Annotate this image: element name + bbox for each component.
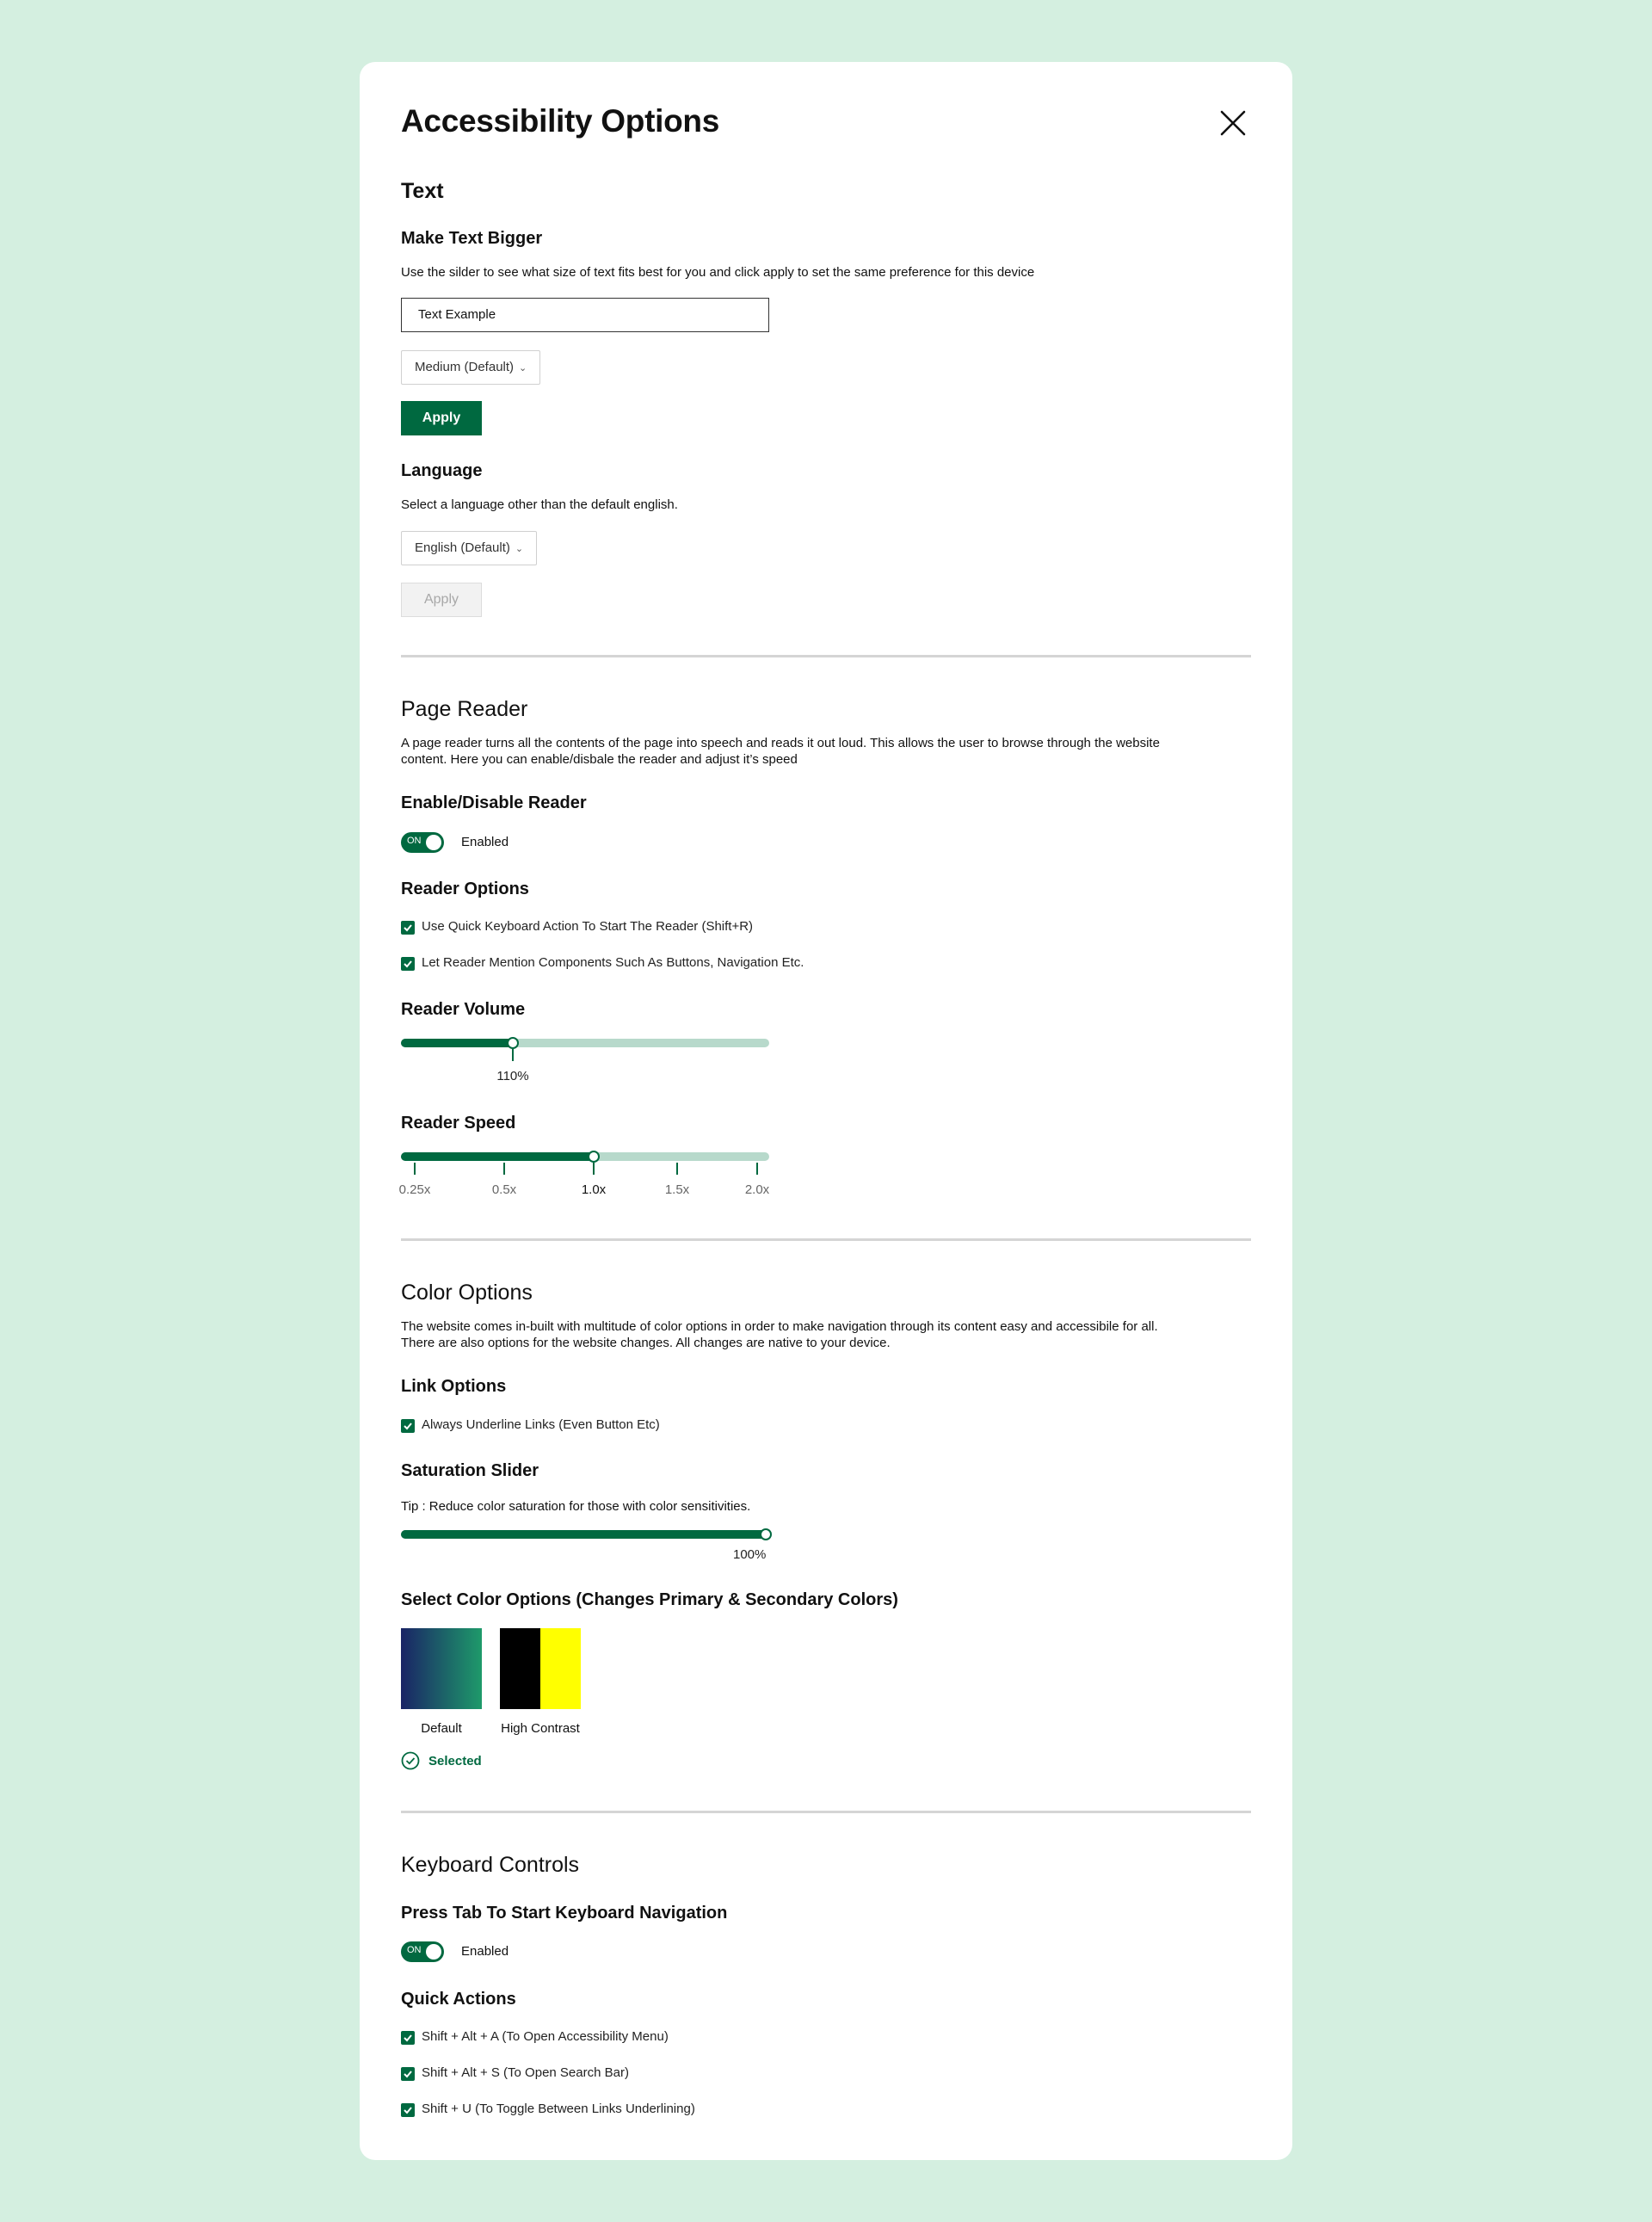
link-option-checkbox-0[interactable]: [401, 1419, 415, 1433]
reader-volume-slider[interactable]: [401, 1039, 769, 1047]
toggle-on-text: ON: [407, 836, 422, 846]
color-options-description-line1: The website comes in-built with multitud…: [401, 1319, 1158, 1334]
quick-action-label-0: Shift + Alt + A (To Open Accessibility M…: [422, 2029, 669, 2044]
toggle-knob: [426, 1944, 441, 1960]
language-description: Select a language other than the default…: [401, 497, 678, 512]
page-reader-description-line1: A page reader turns all the contents of …: [401, 736, 1160, 750]
theme-label-high-contrast: High Contrast: [501, 1721, 580, 1736]
speed-tick-label-4: 2.0x: [744, 1182, 770, 1197]
reader-speed-fill: [401, 1152, 594, 1161]
language-heading: Language: [401, 461, 483, 480]
make-text-bigger-description: Use the silder to see what size of text …: [401, 265, 1035, 280]
speed-tick: [503, 1163, 505, 1175]
quick-action-label-1: Shift + Alt + S (To Open Search Bar): [422, 2065, 629, 2080]
reader-option-checkbox-1[interactable]: [401, 957, 415, 971]
speed-tick: [756, 1163, 758, 1175]
text-example-field[interactable]: Text Example: [401, 298, 769, 332]
toggle-on-text: ON: [407, 1945, 422, 1955]
reader-volume-tick: [512, 1049, 514, 1061]
color-themes-heading: Select Color Options (Changes Primary & …: [401, 1590, 898, 1609]
section-divider: [401, 655, 1251, 657]
reader-toggle[interactable]: ON: [401, 832, 444, 853]
speed-tick: [414, 1163, 416, 1175]
reader-option-label-0: Use Quick Keyboard Action To Start The R…: [422, 919, 754, 934]
theme-swatch-default[interactable]: [401, 1628, 482, 1709]
quick-action-checkbox-1[interactable]: [401, 2067, 415, 2081]
keyboard-nav-toggle-status: Enabled: [461, 1944, 509, 1959]
tab-navigation-heading: Press Tab To Start Keyboard Navigation: [401, 1904, 728, 1923]
dialog-title: Accessibility Options: [401, 103, 719, 139]
quick-action-label-2: Shift + U (To Toggle Between Links Under…: [422, 2102, 695, 2116]
toggle-knob: [426, 835, 441, 850]
reader-options-heading: Reader Options: [401, 880, 529, 898]
speed-tick-label-1: 0.5x: [491, 1182, 517, 1197]
language-select[interactable]: English (Default) ⌄: [401, 531, 538, 565]
saturation-tip: Tip : Reduce color saturation for those …: [401, 1499, 751, 1514]
reader-volume-fill: [401, 1039, 515, 1047]
page-reader-description-line2: content. Here you can enable/disbale the…: [401, 752, 798, 767]
reader-speed-slider[interactable]: [401, 1152, 769, 1161]
speed-tick: [676, 1163, 678, 1175]
reader-toggle-status: Enabled: [461, 835, 509, 849]
reader-speed-thumb[interactable]: [588, 1151, 600, 1163]
color-options-heading: Color Options: [401, 1281, 533, 1305]
theme-selected-label: Selected: [428, 1754, 482, 1768]
make-text-bigger-heading: Make Text Bigger: [401, 229, 543, 248]
close-icon[interactable]: [1217, 107, 1249, 139]
reader-speed-heading: Reader Speed: [401, 1114, 516, 1133]
chevron-down-icon: ⌄: [519, 363, 527, 373]
reader-volume-heading: Reader Volume: [401, 1000, 526, 1019]
speed-tick: [593, 1163, 595, 1175]
apply-language-button[interactable]: Apply: [401, 583, 482, 617]
check-circle-icon: [401, 1751, 420, 1770]
quick-action-checkbox-2[interactable]: [401, 2103, 415, 2117]
keyboard-nav-toggle[interactable]: ON: [401, 1941, 444, 1962]
saturation-slider[interactable]: [401, 1530, 769, 1539]
saturation-thumb[interactable]: [760, 1528, 772, 1540]
keyboard-controls-heading: Keyboard Controls: [401, 1853, 580, 1877]
quick-action-checkbox-0[interactable]: [401, 2031, 415, 2045]
language-select-value: English (Default): [415, 540, 510, 555]
accessibility-dialog: Accessibility Options Text Make Text Big…: [360, 62, 1292, 2160]
saturation-heading: Saturation Slider: [401, 1461, 539, 1480]
apply-text-size-button[interactable]: Apply: [401, 401, 482, 435]
section-divider: [401, 1238, 1251, 1241]
reader-option-checkbox-0[interactable]: [401, 921, 415, 935]
chevron-down-icon: ⌄: [515, 544, 524, 554]
speed-tick-label-3: 1.5x: [664, 1182, 690, 1197]
reader-volume-thumb[interactable]: [507, 1037, 519, 1049]
color-options-description-line2: There are also options for the website c…: [401, 1336, 891, 1350]
section-divider: [401, 1811, 1251, 1813]
page-reader-heading: Page Reader: [401, 697, 528, 721]
speed-tick-label-0: 0.25x: [398, 1182, 431, 1197]
theme-swatch-high-contrast[interactable]: [500, 1628, 581, 1709]
link-options-heading: Link Options: [401, 1377, 507, 1396]
text-size-select[interactable]: Medium (Default) ⌄: [401, 350, 541, 385]
quick-actions-heading: Quick Actions: [401, 1990, 516, 2009]
section-text-heading: Text: [401, 179, 444, 203]
theme-label-default: Default: [421, 1721, 462, 1736]
saturation-fill: [401, 1530, 767, 1539]
link-option-label-0: Always Underline Links (Even Button Etc): [422, 1417, 660, 1432]
saturation-value: 100%: [733, 1547, 767, 1562]
speed-tick-label-2: 1.0x: [581, 1182, 607, 1197]
reader-option-label-1: Let Reader Mention Components Such As Bu…: [422, 955, 804, 970]
enable-reader-heading: Enable/Disable Reader: [401, 793, 587, 812]
text-size-select-value: Medium (Default): [415, 360, 515, 374]
reader-volume-value: 110%: [496, 1069, 529, 1083]
